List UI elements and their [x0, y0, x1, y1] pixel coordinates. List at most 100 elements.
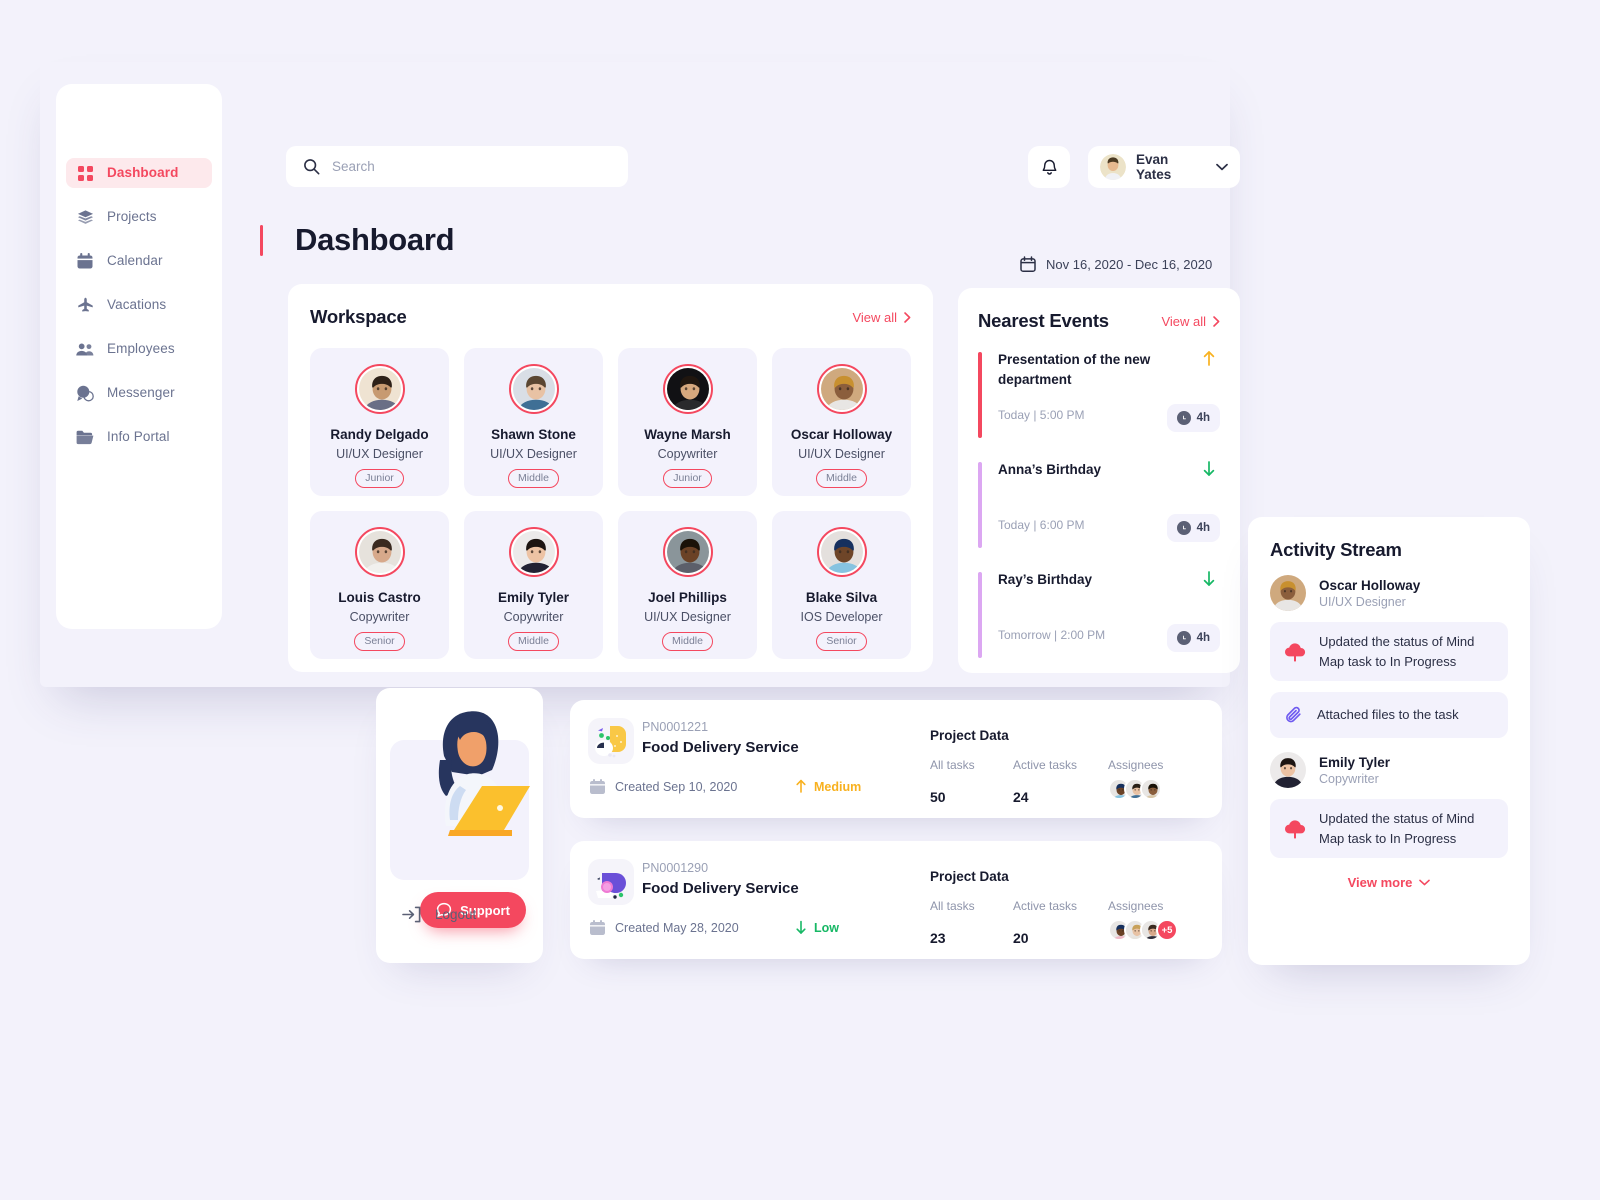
project-card[interactable]: PN0001221 Food Delivery Service Created … [570, 700, 1222, 818]
clock-icon [1176, 631, 1191, 645]
event-duration-label: 4h [1196, 632, 1210, 644]
logout-icon [402, 906, 421, 923]
events-view-all-link[interactable]: View all [1161, 314, 1220, 329]
workspace-header: Workspace View all [310, 306, 911, 328]
notifications-button[interactable] [1028, 146, 1070, 188]
stat-all-tasks: All tasks 23 [930, 899, 975, 946]
activity-action-row[interactable]: Attached files to the task [1270, 692, 1508, 738]
person-level-badge: Middle [508, 469, 559, 488]
project-name: Food Delivery Service [642, 880, 799, 897]
avatar [1270, 752, 1306, 788]
event-duration-label: 4h [1196, 522, 1210, 534]
workspace-person-card[interactable]: Joel Phillips UI/UX Designer Middle [618, 511, 757, 659]
avatar [820, 368, 863, 410]
avatar [666, 531, 709, 573]
search-icon [303, 158, 320, 175]
event-color-bar [978, 462, 982, 548]
sidebar-item-projects[interactable]: Projects [66, 202, 212, 232]
stat-assignees: Assignees [1108, 899, 1163, 913]
search-input[interactable] [332, 159, 611, 174]
avatar [1270, 575, 1306, 611]
workspace-person-card[interactable]: Oscar Holloway UI/UX Designer Middle [772, 348, 911, 496]
project-code: PN0001221 [642, 720, 709, 734]
logout-button[interactable]: Logout [402, 906, 476, 923]
event-item[interactable]: Presentation of the new department Today… [978, 350, 1220, 442]
project-card[interactable]: PN0001290 Food Delivery Service Created … [570, 841, 1222, 959]
avatar [358, 531, 401, 573]
activity-user-name: Emily Tyler [1319, 754, 1391, 770]
stat-label: Active tasks [1013, 758, 1078, 772]
sidebar-item-label: Dashboard [107, 164, 179, 180]
stat-value: 50 [930, 789, 946, 805]
paperclip-icon [1284, 705, 1304, 725]
event-duration-label: 4h [1196, 412, 1210, 424]
workspace-person-card[interactable]: Shawn Stone UI/UX Designer Middle [464, 348, 603, 496]
project-data-title: Project Data [930, 869, 1009, 884]
event-duration-badge: 4h [1166, 404, 1220, 432]
support-illustration-icon [410, 694, 540, 844]
events-title: Nearest Events [978, 310, 1109, 331]
event-trend-icon [1202, 460, 1216, 477]
event-time: Tomorrow | 2:00 PM [998, 628, 1106, 642]
sidebar-item-label: Vacations [107, 296, 167, 312]
workspace-person-card[interactable]: Randy Delgado UI/UX Designer Junior [310, 348, 449, 496]
activity-user[interactable]: Oscar Holloway UI/UX Designer [1270, 575, 1508, 611]
support-panel: Support Logout [376, 688, 543, 963]
date-range[interactable]: Nov 16, 2020 - Dec 16, 2020 [1020, 256, 1212, 273]
clock-icon [1176, 411, 1191, 425]
sidebar-item-info-portal[interactable]: Info Portal [66, 422, 212, 452]
sidebar-item-dashboard[interactable]: Dashboard [66, 158, 212, 188]
view-more-button[interactable]: View more [1270, 875, 1508, 890]
user-menu[interactable]: Evan Yates [1088, 146, 1240, 188]
stat-active-tasks: Active tasks 20 [1013, 899, 1077, 946]
person-level-badge: Middle [508, 632, 559, 651]
event-duration-badge: 4h [1166, 624, 1220, 652]
view-more-label: View more [1347, 875, 1413, 890]
assignee-avatar-group[interactable]: +5 [1108, 919, 1178, 941]
workspace-person-card[interactable]: Louis Castro Copywriter Senior [310, 511, 449, 659]
sidebar-item-vacations[interactable]: Vacations [66, 290, 212, 320]
folder-icon [76, 428, 94, 446]
calendar-icon [76, 252, 94, 270]
stat-value: 20 [1013, 930, 1029, 946]
stat-active-tasks: Active tasks 24 [1013, 758, 1077, 805]
sidebar-item-label: Info Portal [107, 428, 170, 444]
person-avatar-ring [508, 527, 559, 577]
support-inner-card: Support [390, 711, 530, 928]
search-bar[interactable] [286, 146, 628, 187]
workspace-card: Workspace View all Randy Delgado UI/UX D… [288, 284, 933, 672]
person-avatar-ring [354, 364, 405, 414]
event-item[interactable]: Ray’s Birthday Tomorrow | 2:00 PM 4h [978, 570, 1220, 662]
event-time: Today | 6:00 PM [998, 518, 1085, 532]
activity-action-row[interactable]: Updated the status of Mind Map task to I… [1270, 799, 1508, 858]
project-priority-label: Medium [814, 779, 862, 794]
stat-value: 23 [930, 930, 946, 946]
person-name: Joel Phillips [648, 590, 727, 605]
sidebar-nav: Dashboard Projects Calendar Vacations Em… [56, 158, 222, 466]
stat-all-tasks: All tasks 50 [930, 758, 975, 805]
workspace-person-card[interactable]: Emily Tyler Copywriter Middle [464, 511, 603, 659]
workspace-view-all-link[interactable]: View all [852, 310, 911, 325]
stat-label: All tasks [930, 899, 975, 913]
activity-stream-card: Activity Stream Oscar Holloway UI/UX Des… [1248, 517, 1530, 965]
sidebar-item-messenger[interactable]: Messenger [66, 378, 212, 408]
assignee-avatar-group[interactable] [1108, 778, 1162, 800]
stat-label: Assignees [1108, 758, 1164, 772]
person-avatar-ring [816, 364, 867, 414]
event-trend-icon [1202, 350, 1216, 367]
workspace-person-card[interactable]: Wayne Marsh Copywriter Junior [618, 348, 757, 496]
activity-action-row[interactable]: Updated the status of Mind Map task to I… [1270, 622, 1508, 681]
activity-entries: Oscar Holloway UI/UX Designer Updated th… [1270, 575, 1508, 858]
priority-arrow-icon [795, 920, 807, 935]
person-level-badge: Middle [816, 469, 867, 488]
activity-user[interactable]: Emily Tyler Copywriter [1270, 752, 1508, 788]
calendar-icon [590, 920, 605, 936]
person-avatar-ring [508, 364, 559, 414]
sidebar-item-employees[interactable]: Employees [66, 334, 212, 364]
event-item[interactable]: Anna’s Birthday Today | 6:00 PM 4h [978, 460, 1220, 552]
workspace-person-card[interactable]: Blake Silva IOS Developer Senior [772, 511, 911, 659]
avatar [666, 368, 709, 410]
sidebar-item-calendar[interactable]: Calendar [66, 246, 212, 276]
stat-label: Active tasks [1013, 899, 1078, 913]
avatar [1100, 154, 1126, 180]
